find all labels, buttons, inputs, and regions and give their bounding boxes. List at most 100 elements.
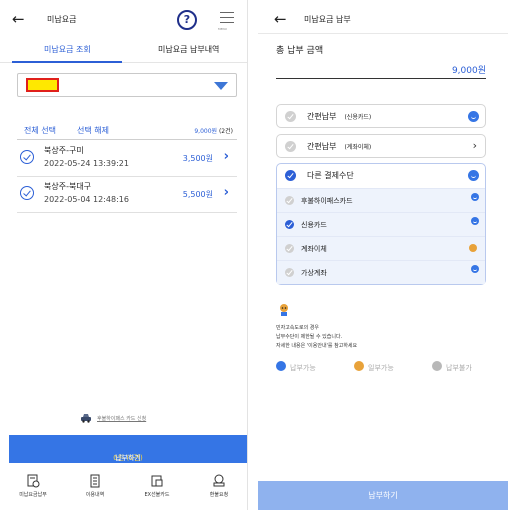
deselect-button[interactable]: 선택 해제 [77, 125, 109, 136]
hamburger-menu-icon[interactable]: MENU [218, 12, 234, 31]
option-credit-card[interactable]: 신용카드 [277, 212, 485, 236]
hipass-link-label: 후불하이패스 카드 신청 [97, 416, 147, 422]
option-virtual-account[interactable]: 가상계좌 [277, 260, 485, 284]
row-checkbox[interactable] [20, 186, 34, 200]
pay-bar-button[interactable]: 0원 (0건) 납부하기 [9, 435, 247, 463]
chevron-right-icon: › [472, 139, 477, 152]
private-highway-notice: 민자고속도로의 경우 납부수단이 제한될 수 있습니다. 자세한 내용은 '이용… [276, 324, 357, 351]
unpaid-toll-payment-screen: ← 미납요금 납부 총 납부 금액 9,000원 간편납부 (신용카드) 간편납부… [258, 0, 508, 510]
available-smile-icon [471, 265, 479, 273]
route-label: 북상주-구미 [44, 146, 84, 155]
available-smile-icon [471, 193, 479, 201]
legend-label: 납부불가 [446, 364, 472, 372]
available-smile-icon [468, 111, 479, 122]
tab-unpaid-lookup[interactable]: 미납요금 조회 [44, 44, 91, 55]
other-payment-methods: 다른 결제수단 후불하이패스카드 신용카드 계좌이체 가상계좌 [276, 163, 486, 285]
nav-label: 이용내역 [85, 492, 105, 498]
option-hipass-card[interactable]: 후불하이패스카드 [277, 188, 485, 212]
option-bank-transfer[interactable]: 계좌이체 [277, 236, 485, 260]
help-icon[interactable]: ? [177, 10, 197, 30]
option-label: 간편납부 [307, 112, 337, 121]
option-label: 간편납부 [307, 142, 337, 151]
nav-label: 미납요금납부 [19, 492, 47, 498]
nav-usage-history[interactable]: 이용내역 [66, 474, 124, 498]
row-amount: 3,500원 [182, 154, 213, 163]
tab-bar: 미납요금 조회 미납요금 납부내역 [0, 38, 247, 60]
car-icon [81, 414, 91, 423]
smile-blue-icon [276, 361, 286, 371]
other-methods-label: 다른 결제수단 [307, 171, 354, 180]
dropdown-triangle-icon [214, 82, 228, 90]
availability-legend: 납부가능 일부가능 납부불가 [276, 360, 506, 372]
option-label: 계좌이체 [301, 245, 327, 253]
card-icon [151, 475, 163, 487]
pay-bar-label: 납부하기 [115, 454, 141, 462]
easy-pay-credit-card-option[interactable]: 간편납부 (신용카드) [276, 104, 486, 128]
header: ← 미납요금 ? MENU [0, 0, 247, 38]
easy-pay-bank-transfer-option[interactable]: 간편납부 (계좌이체) › [276, 134, 486, 158]
pay-button-label: 납부하기 [368, 491, 398, 500]
datetime-label: 2022-05-04 12:48:16 [44, 195, 129, 204]
back-arrow-icon[interactable]: ← [274, 10, 287, 28]
header-divider [258, 33, 508, 34]
list-header: 전체 선택 선택 해제 9,000원 (2건) [17, 122, 237, 138]
receipt-won-icon [27, 474, 40, 488]
row-amount: 5,500원 [182, 190, 213, 199]
option-sub: (계좌이체) [344, 144, 372, 151]
datetime-label: 2022-05-24 13:39:21 [44, 159, 129, 168]
page-title: 미납요금 [47, 15, 77, 24]
nav-label: 환불요청 [209, 492, 229, 498]
hipass-card-link[interactable]: 후불하이패스 카드 신청 [80, 412, 190, 426]
total-count: (2건) [218, 128, 233, 135]
checked-circle-icon [285, 220, 294, 229]
toll-row[interactable]: 북상주-구미 2022-05-24 13:39:21 3,500원 › [17, 141, 237, 177]
chevron-right-icon[interactable]: › [224, 185, 229, 200]
smile-gray-icon [432, 361, 442, 371]
pay-button[interactable]: 납부하기 [258, 481, 508, 510]
coin-refund-icon [213, 474, 225, 487]
tab-payment-history[interactable]: 미납요금 납부내역 [158, 44, 219, 55]
total-payment-amount: 9,000원 [451, 66, 486, 76]
nav-unpaid-payment[interactable]: 미납요금납부 [4, 474, 62, 498]
unchecked-circle-icon [285, 244, 294, 253]
total-summary: 9,000원 (2건) [194, 126, 233, 135]
total-amount: 9,000원 [194, 128, 218, 135]
legend-label: 일부가능 [368, 364, 394, 372]
notice-line: 민자고속도로의 경우 [276, 325, 319, 331]
total-underline [276, 78, 486, 79]
unchecked-circle-icon [285, 111, 296, 122]
active-tab-underline [12, 61, 122, 63]
menu-caption: MENU [218, 27, 227, 31]
legend-label: 납부가능 [290, 364, 316, 372]
document-list-icon [90, 474, 100, 488]
nav-ex-prepaid-card[interactable]: EX선불카드 [128, 474, 186, 498]
back-arrow-icon[interactable]: ← [12, 10, 25, 28]
select-all-button[interactable]: 전체 선택 [24, 125, 56, 136]
unchecked-circle-icon [285, 196, 294, 205]
option-label: 후불하이패스카드 [301, 197, 353, 205]
row-checkbox[interactable] [20, 150, 34, 164]
unchecked-circle-icon [285, 141, 296, 152]
smile-orange-icon [354, 361, 364, 371]
list-divider [17, 139, 237, 140]
other-methods-header[interactable]: 다른 결제수단 [277, 164, 485, 188]
unpaid-toll-screen: ← 미납요금 ? MENU 미납요금 조회 미납요금 납부내역 전체 선택 선택… [0, 0, 248, 510]
total-payment-label: 총 납부 금액 [276, 46, 324, 56]
vehicle-select[interactable] [17, 73, 237, 97]
option-label: 신용카드 [301, 221, 327, 229]
nav-refund-request[interactable]: 환불요청 [190, 474, 247, 498]
option-label: 가상계좌 [301, 269, 327, 277]
mascot-icon [280, 304, 288, 316]
screen-gap [248, 0, 258, 510]
nav-label: EX선불카드 [144, 492, 170, 498]
chevron-right-icon[interactable]: › [224, 149, 229, 164]
redacted-vehicle-number [26, 78, 59, 92]
page-title: 미납요금 납부 [304, 15, 351, 24]
option-sub: (신용카드) [344, 114, 372, 121]
toll-row[interactable]: 북상주-북대구 2022-05-04 12:48:16 5,500원 › [17, 177, 237, 213]
route-label: 북상주-북대구 [44, 182, 92, 191]
available-smile-icon [471, 217, 479, 225]
available-smile-icon [468, 170, 479, 181]
checked-circle-icon [285, 170, 296, 181]
notice-line: 납부수단이 제한될 수 있습니다. [276, 334, 343, 340]
